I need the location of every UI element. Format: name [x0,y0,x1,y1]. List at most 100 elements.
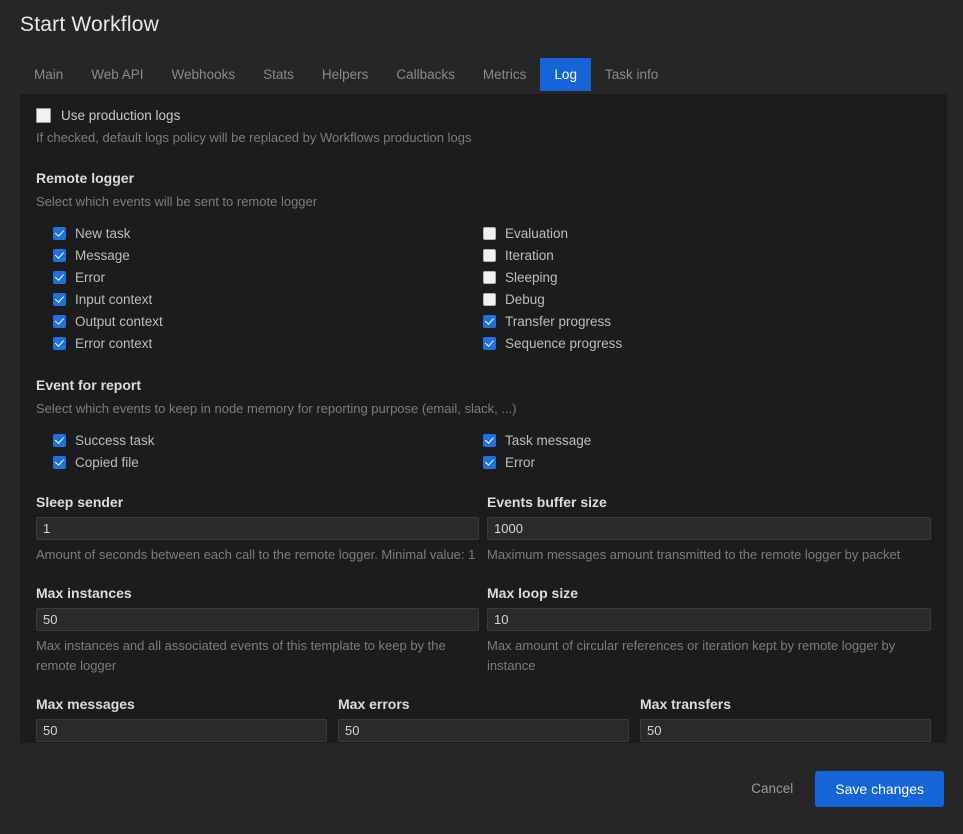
max-errors-input[interactable] [338,718,629,742]
checkbox-row-task-message[interactable]: Task message [483,430,931,452]
checkbox-new-task[interactable] [53,227,66,241]
tab-log[interactable]: Log [540,58,591,91]
checkbox-task-message[interactable] [483,434,496,448]
checkbox-row-error-context[interactable]: Error context [53,333,481,355]
field-max-instances: Max instances Max instances and all asso… [36,585,479,676]
checkbox-label: Success task [75,433,155,449]
checkbox-sleeping[interactable] [483,271,496,285]
tab-callbacks[interactable]: Callbacks [382,58,469,91]
checkbox-label: Iteration [505,248,554,264]
use-production-logs-helper: If checked, default logs policy will be … [36,130,472,145]
checkbox-label: Output context [75,314,163,330]
max-transfers-input[interactable] [640,718,931,742]
event-for-report-right-column: Task message Error [481,430,931,474]
max-loop-size-help: Max amount of circular references or ite… [487,637,896,673]
sleep-sender-input[interactable] [36,516,479,540]
max-instances-input[interactable] [36,607,479,631]
max-instances-help: Max instances and all associated events … [36,637,446,673]
checkbox-label: Message [75,248,130,264]
settings-scroll-panel[interactable]: Use production logs If checked, default … [20,94,947,743]
checkbox-evaluation[interactable] [483,227,496,241]
checkbox-transfer-progress[interactable] [483,315,496,329]
checkbox-output-context[interactable] [53,315,66,329]
field-max-messages: Max messages Max message events to keep … [36,696,327,743]
checkbox-row-error[interactable]: Error [53,267,481,289]
tab-task-info[interactable]: Task info [591,58,672,91]
checkbox-label: Input context [75,292,153,308]
settings-content: Use production logs If checked, default … [20,94,947,743]
field-row-instances-loop: Max instances Max instances and all asso… [36,585,931,676]
checkbox-label: Task message [505,433,592,449]
checkbox-label: Error context [75,336,153,352]
sleep-sender-label: Sleep sender [36,493,124,510]
cancel-button[interactable]: Cancel [739,773,805,804]
checkbox-success-task[interactable] [53,434,66,448]
tab-web-api[interactable]: Web API [77,58,157,91]
max-loop-size-input[interactable] [487,607,931,631]
sleep-sender-help: Amount of seconds between each call to t… [36,546,476,562]
checkbox-copied-file[interactable] [53,456,66,470]
checkbox-row-new-task[interactable]: New task [53,223,481,245]
checkbox-error[interactable] [53,271,66,285]
use-production-logs-row[interactable]: Use production logs [36,108,931,123]
checkbox-label: Error [75,270,105,286]
max-transfers-label: Max transfers [640,695,732,712]
field-max-errors: Max errors Max error events to keep by t… [338,696,629,743]
checkbox-row-input-context[interactable]: Input context [53,289,481,311]
checkbox-label: Copied file [75,455,139,471]
page-title: Start Workflow [20,13,159,36]
field-max-transfers: Max transfers Max transfers events to ke… [640,696,931,743]
tab-metrics[interactable]: Metrics [469,58,541,91]
max-messages-input[interactable] [36,718,327,742]
checkbox-row-message[interactable]: Message [53,245,481,267]
checkbox-label: Error [505,455,535,471]
event-for-report-title: Event for report [36,376,142,393]
checkbox-label: New task [75,226,131,242]
checkbox-debug[interactable] [483,293,496,307]
max-messages-label: Max messages [36,695,135,712]
checkbox-row-iteration[interactable]: Iteration [483,245,931,267]
checkbox-row-transfer-progress[interactable]: Transfer progress [483,311,931,333]
checkbox-row-output-context[interactable]: Output context [53,311,481,333]
checkbox-label: Transfer progress [505,314,612,330]
field-events-buffer-size: Events buffer size Maximum messages amou… [487,494,931,565]
checkbox-row-sleeping[interactable]: Sleeping [483,267,931,289]
save-changes-button[interactable]: Save changes [815,770,944,807]
remote-logger-title: Remote logger [36,169,135,186]
max-instances-label: Max instances [36,584,132,601]
max-errors-label: Max errors [338,695,410,712]
event-for-report-checkbox-grid: Success task Copied file Task message Erro… [36,430,931,474]
checkbox-input-context[interactable] [53,293,66,307]
checkbox-row-copied-file[interactable]: Copied file [53,452,481,474]
checkbox-iteration[interactable] [483,249,496,263]
tab-stats[interactable]: Stats [249,58,308,91]
field-row-sleep-buffer: Sleep sender Amount of seconds between e… [36,494,931,565]
events-buffer-size-input[interactable] [487,516,931,540]
checkbox-label: Sleeping [505,270,558,286]
checkbox-error[interactable] [483,456,496,470]
field-sleep-sender: Sleep sender Amount of seconds between e… [36,494,479,565]
checkbox-row-error[interactable]: Error [483,452,931,474]
use-production-logs-checkbox[interactable] [36,108,51,123]
tab-bar: Main Web API Webhooks Stats Helpers Callbacks… [20,58,672,91]
checkbox-message[interactable] [53,249,66,263]
events-buffer-size-help: Maximum messages amount transmitted to t… [487,546,901,562]
start-workflow-dialog: Start Workflow Main Web API Webhooks Stats H… [0,0,963,834]
dialog-footer: Cancel Save changes [0,743,963,834]
remote-logger-checkbox-grid: New task Message Error Input context Output … [36,223,931,355]
checkbox-row-sequence-progress[interactable]: Sequence progress [483,333,931,355]
field-max-loop-size: Max loop size Max amount of circular ref… [487,585,931,676]
event-for-report-left-column: Success task Copied file [36,430,481,474]
checkbox-row-debug[interactable]: Debug [483,289,931,311]
checkbox-error-context[interactable] [53,337,66,351]
checkbox-sequence-progress[interactable] [483,337,496,351]
tab-main[interactable]: Main [20,58,77,91]
event-for-report-subtitle: Select which events to keep in node memo… [36,400,517,416]
tab-webhooks[interactable]: Webhooks [158,58,250,91]
field-row-messages-errors-transfers: Max messages Max message events to keep … [36,696,931,743]
checkbox-row-success-task[interactable]: Success task [53,430,481,452]
remote-logger-left-column: New task Message Error Input context Output … [36,223,481,355]
tab-helpers[interactable]: Helpers [308,58,383,91]
checkbox-row-evaluation[interactable]: Evaluation [483,223,931,245]
checkbox-label: Sequence progress [505,336,623,352]
